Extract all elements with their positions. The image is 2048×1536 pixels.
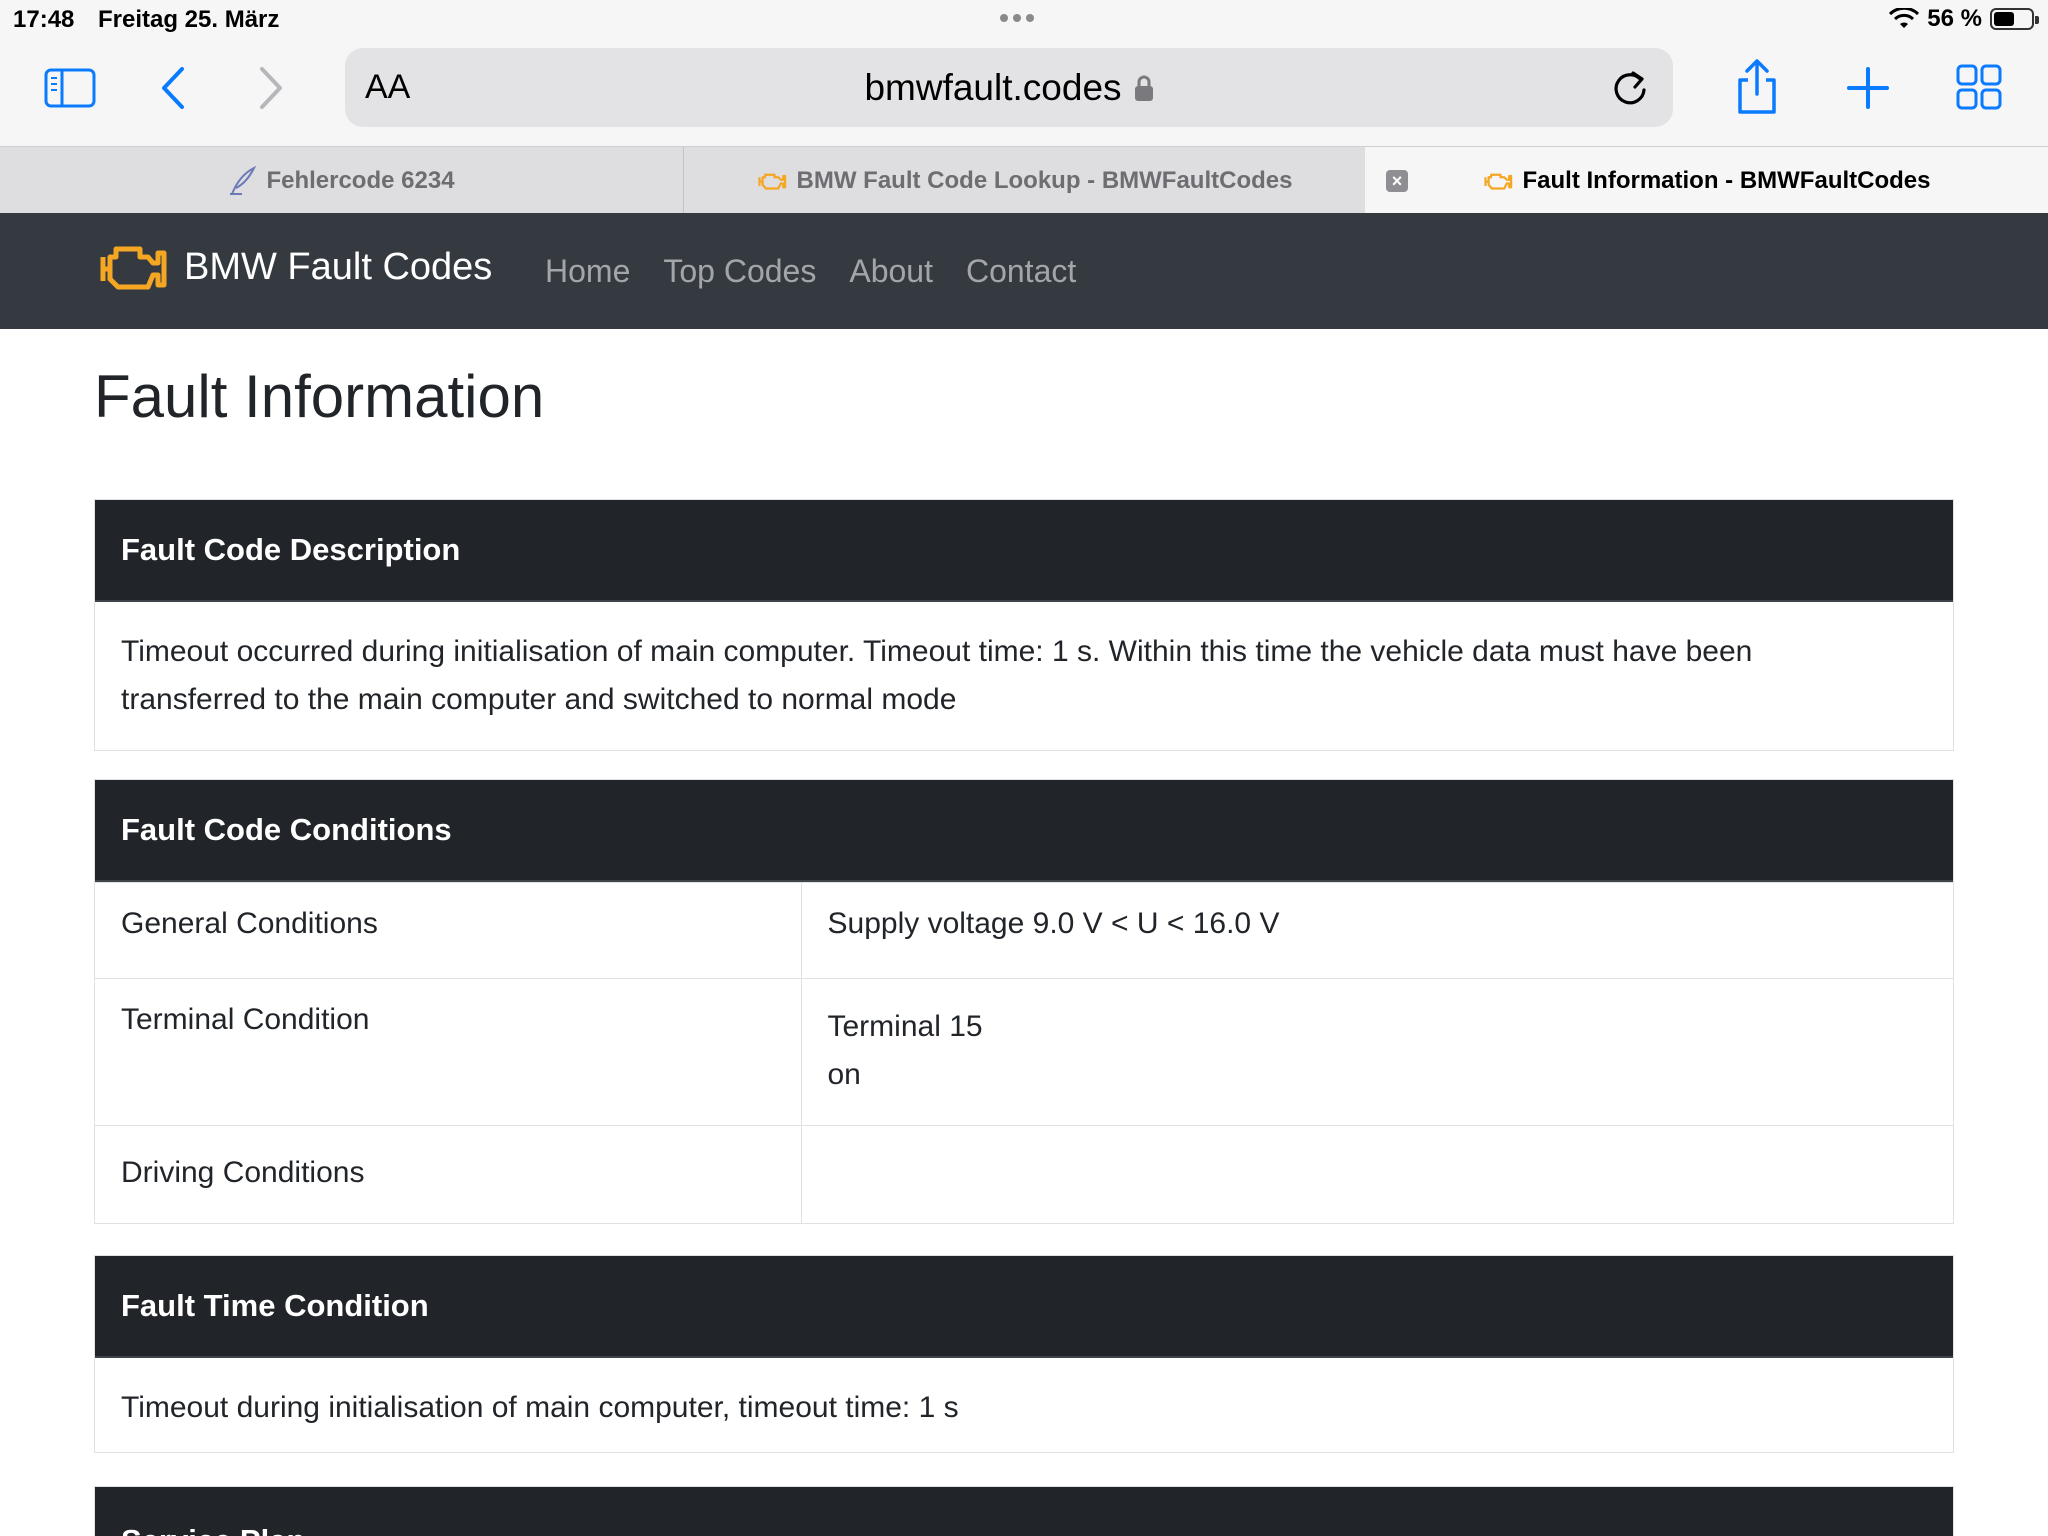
new-tab-icon[interactable] xyxy=(1846,66,1890,110)
share-icon[interactable] xyxy=(1734,58,1780,116)
conditions-card: Fault Code Conditions General Conditions… xyxy=(94,779,1954,1224)
condition-value: Supply voltage 9.0 V < U < 16.0 V xyxy=(801,882,1953,979)
description-card: Fault Code Description Timeout occurred … xyxy=(94,499,1954,751)
time-condition-card: Fault Time Condition Timeout during init… xyxy=(94,1255,1954,1453)
lock-icon xyxy=(1134,75,1153,101)
tab-label: BMW Fault Code Lookup - BMWFaultCodes xyxy=(796,166,1293,194)
time-condition-body: Timeout during initialisation of main co… xyxy=(121,1391,959,1424)
wifi-icon xyxy=(1889,8,1920,28)
engine-icon xyxy=(757,173,786,190)
brand-link[interactable]: BMW Fault Codes xyxy=(98,239,492,295)
site-navbar: BMW Fault Codes Home Top Codes About Con… xyxy=(0,213,2048,329)
tab-close-icon[interactable]: × xyxy=(1386,170,1408,192)
forward-icon[interactable] xyxy=(256,66,286,110)
service-plan-card: Service Plan xyxy=(94,1486,1954,1536)
reload-icon[interactable] xyxy=(1611,66,1649,113)
table-row: Terminal Condition Terminal 15 on xyxy=(95,978,1953,1126)
battery-icon xyxy=(1990,8,2039,30)
condition-value-line: Supply voltage 9.0 V < U < 16.0 V xyxy=(827,907,1280,940)
multitasking-dots-icon[interactable] xyxy=(1000,14,1034,22)
back-icon[interactable] xyxy=(158,66,188,110)
condition-value: Terminal 15 on xyxy=(801,978,1953,1126)
tab-bar: Fehlercode 6234 BMW Fault Code Lookup - … xyxy=(0,146,2048,214)
quill-icon xyxy=(230,165,257,195)
description-line: transferred to the main computer and swi… xyxy=(121,683,957,716)
conditions-table: General Conditions Supply voltage 9.0 V … xyxy=(95,882,1953,1223)
tab-label: Fehlercode 6234 xyxy=(266,166,455,194)
battery-percent: 56 % xyxy=(1927,5,1982,32)
status-right: 56 % xyxy=(1889,5,2039,33)
nav-contact[interactable]: Contact xyxy=(966,253,1076,290)
time-condition-header: Fault Time Condition xyxy=(95,1256,1953,1358)
brand-text: BMW Fault Codes xyxy=(184,245,493,288)
browser-chrome: 17:48 Freitag 25. März 56 % AA bmwfault.… xyxy=(0,0,2048,146)
nav-top-codes[interactable]: Top Codes xyxy=(663,253,816,290)
conditions-header: Fault Code Conditions xyxy=(95,780,1953,882)
sidebar-icon[interactable] xyxy=(44,68,96,108)
condition-value xyxy=(801,1125,1953,1223)
tab-overview-icon[interactable] xyxy=(1956,64,2002,110)
table-row: General Conditions Supply voltage 9.0 V … xyxy=(95,882,1953,979)
tab-fault-code-lookup[interactable]: BMW Fault Code Lookup - BMWFaultCodes xyxy=(684,147,1365,214)
tab-fehlercode[interactable]: Fehlercode 6234 xyxy=(0,147,683,214)
check-engine-icon xyxy=(100,246,167,290)
nav-about[interactable]: About xyxy=(849,253,933,290)
url-text: bmwfault.codes xyxy=(864,66,1122,108)
status-date: Freitag 25. März xyxy=(98,6,280,33)
page-title: Fault Information xyxy=(94,363,545,430)
condition-label: Terminal Condition xyxy=(95,978,802,1126)
status-time: 17:48 xyxy=(13,6,75,33)
address-bar[interactable]: AA bmwfault.codes xyxy=(345,48,1673,127)
tab-label: Fault Information - BMWFaultCodes xyxy=(1522,166,1931,194)
description-header: Fault Code Description xyxy=(95,500,1953,602)
condition-label: General Conditions xyxy=(95,882,802,979)
status-bar: 17:48 Freitag 25. März 56 % xyxy=(0,0,2048,40)
condition-value-line: on xyxy=(827,1058,861,1091)
condition-value-line: Terminal 15 xyxy=(827,1010,983,1043)
service-plan-header: Service Plan xyxy=(95,1487,1953,1536)
condition-label: Driving Conditions xyxy=(95,1125,802,1223)
table-row: Driving Conditions xyxy=(95,1125,1953,1223)
engine-icon xyxy=(1483,173,1512,190)
description-line: Timeout occurred during initialisation o… xyxy=(121,635,1753,668)
url-field[interactable]: bmwfault.codes xyxy=(345,48,1673,127)
nav-links: Home Top Codes About Contact xyxy=(545,253,1076,290)
nav-home[interactable]: Home xyxy=(545,253,630,290)
tab-fault-information[interactable]: Fault Information - BMWFaultCodes xyxy=(1365,147,2048,214)
description-body: Timeout occurred during initialisation o… xyxy=(95,602,1953,750)
